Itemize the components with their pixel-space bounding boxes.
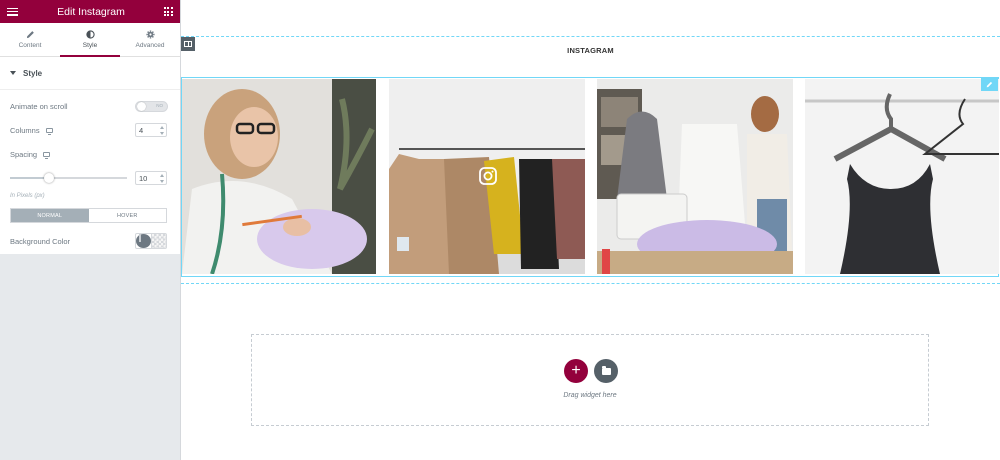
instagram-widget[interactable]	[181, 77, 999, 277]
dropzone-text: Drag widget here	[563, 392, 617, 399]
desktop-responsive-icon[interactable]	[43, 151, 51, 159]
caret-down-icon	[10, 71, 16, 75]
hamburger-menu-icon[interactable]	[7, 7, 18, 16]
tab-advanced-label: Advanced	[135, 42, 165, 49]
number-spinner-icon[interactable]	[159, 126, 164, 135]
toggle-off-text: NO	[156, 102, 163, 108]
style-panel: Style Animate on scroll NO Columns 4 Spa…	[0, 57, 180, 254]
instagram-icon	[479, 167, 497, 185]
animate-on-scroll-toggle[interactable]: NO	[135, 100, 168, 112]
spacing-label-row: Spacing	[0, 142, 180, 166]
columns-value: 4	[139, 125, 144, 135]
number-spinner-icon[interactable]	[159, 174, 164, 183]
folder-icon	[601, 365, 611, 375]
color-picker-button[interactable]	[151, 234, 166, 248]
pencil-icon	[986, 81, 993, 88]
tab-hover[interactable]: HOVER	[88, 209, 166, 222]
tab-content[interactable]: Content	[0, 23, 60, 56]
editor-title: Edit Instagram	[57, 5, 125, 18]
background-color-label: Background Color	[10, 236, 71, 246]
instagram-section[interactable]: INSTAGRAM	[181, 36, 1000, 284]
global-colors-button[interactable]	[136, 234, 151, 248]
columns-input[interactable]: 4	[135, 123, 167, 137]
spacing-value: 10	[139, 173, 148, 183]
globe-icon	[136, 234, 151, 248]
tab-style[interactable]: Style	[60, 23, 120, 57]
animate-on-scroll-control: Animate on scroll NO	[0, 94, 180, 118]
editor-panel: Edit Instagram Content Style Advanced St…	[0, 0, 181, 460]
empty-section-dropzone[interactable]: + Drag widget here	[251, 334, 929, 426]
toggle-knob	[137, 101, 146, 111]
add-section-button[interactable]: +	[564, 359, 588, 383]
spacing-label: Spacing	[10, 149, 38, 159]
instagram-photo-4[interactable]	[805, 79, 999, 274]
state-tabs: NORMAL HOVER	[10, 208, 167, 223]
slider-handle[interactable]	[43, 173, 54, 183]
gear-icon	[145, 30, 155, 39]
edit-widget-button[interactable]	[981, 78, 998, 91]
plus-icon: +	[571, 362, 581, 379]
background-color-buttons	[135, 233, 167, 249]
widgets-grid-icon[interactable]	[163, 7, 173, 16]
slider-fill	[10, 177, 49, 179]
spacing-input[interactable]: 10	[135, 171, 167, 185]
editor-header: Edit Instagram	[0, 0, 180, 23]
spacing-control: 10	[0, 166, 180, 190]
tab-style-label: Style	[82, 42, 98, 49]
tab-content-label: Content	[18, 42, 42, 49]
background-color-control: Background Color	[0, 229, 180, 253]
tab-advanced[interactable]: Advanced	[120, 23, 180, 56]
pencil-icon	[26, 31, 34, 39]
section-heading: INSTAGRAM	[567, 46, 614, 55]
animate-on-scroll-label: Animate on scroll	[10, 101, 68, 111]
editor-tabs: Content Style Advanced	[0, 23, 180, 57]
style-section-header[interactable]: Style	[0, 57, 180, 90]
half-circle-icon	[85, 30, 95, 39]
tab-normal[interactable]: NORMAL	[11, 209, 89, 222]
style-section-title: Style	[23, 68, 43, 78]
units-hint: In Pixels (px)	[10, 193, 45, 199]
columns-control: Columns 4	[0, 118, 180, 142]
desktop-responsive-icon[interactable]	[45, 127, 53, 135]
preview-canvas: INSTAGRAM + Drag widget here	[181, 0, 1000, 460]
instagram-photo-3[interactable]	[597, 79, 793, 274]
add-template-button[interactable]	[594, 359, 618, 383]
instagram-photo-1[interactable]	[182, 79, 376, 274]
transparent-swatch-icon	[152, 234, 166, 248]
spacing-slider[interactable]	[10, 173, 127, 183]
columns-label: Columns	[10, 125, 40, 135]
